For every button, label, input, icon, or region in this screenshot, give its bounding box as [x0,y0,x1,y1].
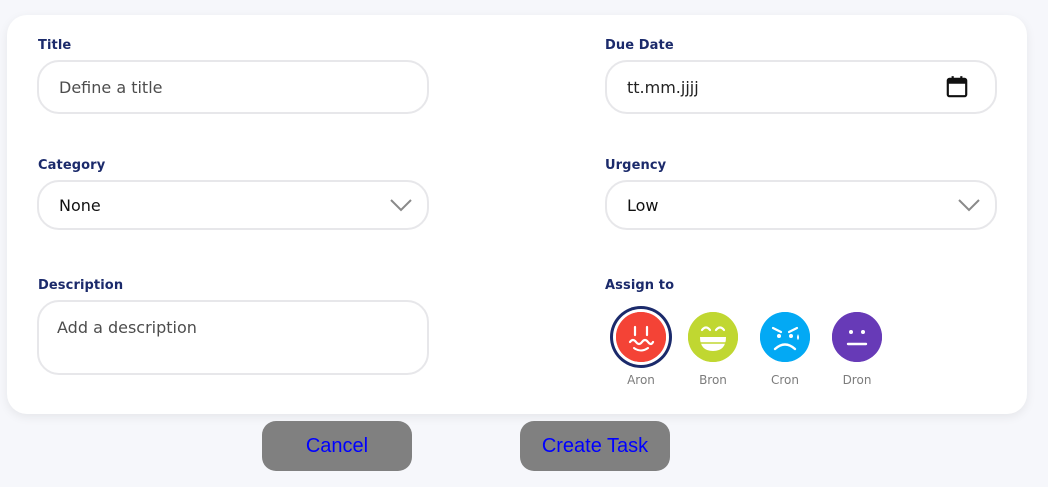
description-textarea[interactable]: Add a description [37,300,429,375]
assign-to-label: Assign to [605,278,675,293]
urgency-value: Low [627,195,659,215]
calendar-icon[interactable] [944,74,970,100]
due-date-placeholder: tt.mm.jjjj [627,77,699,97]
description-label: Description [38,278,124,293]
wavy-smile-face-icon [616,312,666,362]
due-date-input[interactable]: tt.mm.jjjj [605,60,997,114]
title-input[interactable]: Define a title [37,60,429,114]
grin-face-icon [688,312,738,362]
description-placeholder: Add a description [57,318,197,337]
avatar-name-dron: Dron [842,373,872,387]
add-task-form-card: Title Define a title Due Date tt.mm.jjjj… [7,15,1027,414]
neutral-face-icon [832,312,882,362]
avatar-name-bron: Bron [699,373,727,387]
title-label: Title [38,38,72,53]
urgency-select[interactable]: Low [605,180,997,230]
urgency-label: Urgency [605,158,667,173]
cancel-button[interactable]: Cancel [262,421,412,471]
chevron-down-icon [389,197,413,213]
avatar-dron[interactable] [832,312,882,362]
category-select[interactable]: None [37,180,429,230]
avatar-name-aron: Aron [627,373,655,387]
due-date-label: Due Date [605,38,674,53]
title-placeholder: Define a title [59,77,163,97]
category-label: Category [38,158,106,173]
avatar-aron[interactable] [616,312,666,362]
create-task-button[interactable]: Create Task [520,421,670,471]
chevron-down-icon [957,197,981,213]
angry-face-icon [760,312,810,362]
avatar-name-cron: Cron [771,373,799,387]
category-value: None [59,195,101,215]
avatar-bron[interactable] [688,312,738,362]
avatar-cron[interactable] [760,312,810,362]
